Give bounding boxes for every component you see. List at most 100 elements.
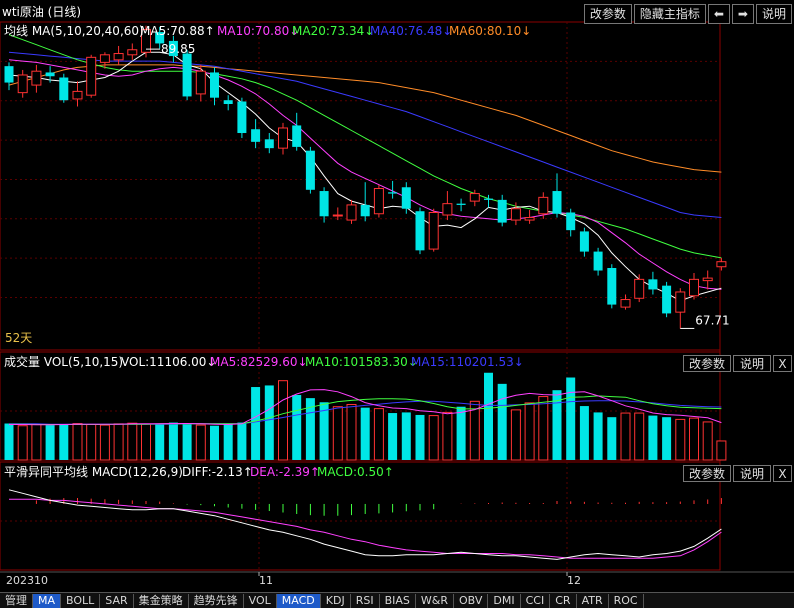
tab-4[interactable]: 集金策略 [134,593,189,608]
volume-bar [456,406,466,460]
volume-bar [524,402,535,461]
candle-body [579,231,589,252]
candle-body [469,193,480,202]
volume-bar [360,407,370,460]
volume-bar [497,383,507,460]
candle-body [593,251,603,271]
next-icon[interactable]: ➡ [731,4,754,24]
candle-body [278,127,288,149]
candle-body [620,299,631,308]
volume-bar [388,413,398,460]
tab-cci[interactable]: CCI [521,593,551,608]
tab-bias[interactable]: BIAS [380,593,416,608]
macd-close-icon[interactable]: X [773,465,792,482]
tab-5[interactable]: 趋势先锋 [189,593,244,608]
macd-params-button[interactable]: 改参数 [683,465,731,482]
volume-bar [237,422,247,460]
tab-macd[interactable]: MACD [276,593,321,608]
tab-boll[interactable]: BOLL [61,593,101,608]
candle-body [456,203,466,205]
candle-body [99,54,110,63]
volume-bar [86,423,97,461]
volume-bar [662,417,672,460]
volume-bar [72,423,83,461]
candle-body [538,196,549,215]
x-label-dec: 12 [567,574,581,587]
main-legend: 均线 MA(5,10,20,40,60) MA5:70.88↑ MA10:70.… [4,24,531,38]
volume-legend: 成交量 VOL(5,10,15) VOL:11106.00↓ MA5:82529… [4,354,524,369]
volume-bar [620,412,631,461]
tab-kdj[interactable]: KDJ [321,593,351,608]
candle-body [716,261,727,268]
hide-indicator-button[interactable]: 隐藏主指标 [633,4,706,24]
params-button[interactable]: 改参数 [583,4,632,24]
help-button[interactable]: 说明 [755,4,792,24]
tab-roc[interactable]: ROC [609,593,644,608]
tab-cr[interactable]: CR [550,593,577,608]
tab-atr[interactable]: ATR [577,593,609,608]
volume-bar [141,423,151,461]
candle-body [86,56,97,96]
candle-body [45,72,55,77]
volume-bar [332,406,343,461]
volume-params-button[interactable]: 改参数 [683,355,731,372]
candle-body [484,198,493,200]
volume-bar [168,422,178,460]
chart-title: wti原油 (日线) [2,5,81,19]
tab-dmi[interactable]: DMI [488,593,521,608]
tab-wr[interactable]: W&R [416,593,454,608]
volume-bar [415,414,425,460]
candle-body [552,191,562,214]
volume-bar [264,385,274,460]
tab-sar[interactable]: SAR [100,593,134,608]
candle-body [319,191,329,217]
tab-vol[interactable]: VOL [244,593,277,608]
volume-bar [689,417,699,461]
volume-bar [607,417,617,460]
candle-body [332,214,343,217]
ma20-line [8,34,722,259]
candle-body [634,278,645,299]
candle-body [566,212,576,231]
macd-legend: 平滑异同平均线 MACD(12,26,9) DIFF:-2.13↑ DEA:-2… [4,465,394,479]
volume-bar [31,423,42,461]
macd-help-button[interactable]: 说明 [733,465,771,482]
x-label-oct: 202310 [6,574,48,587]
tab-0[interactable]: 管理 [0,593,33,608]
prev-icon[interactable]: ⬅ [707,4,730,24]
x-label-nov: 11 [259,574,273,587]
volume-bar [155,423,165,460]
candle-body [415,211,425,251]
tab-rsi[interactable]: RSI [351,593,380,608]
volume-bar [195,424,206,461]
max-price-label: 89.85 [161,42,195,56]
tab-ma[interactable]: MA [33,593,62,608]
volume-bar [579,406,589,460]
volume-bar [127,422,138,461]
candle-body [346,204,357,221]
ma5-line [8,51,722,302]
volume-bar [510,409,521,461]
candle-body [31,70,42,86]
days-label: 52天 [5,331,32,345]
candle-body [648,279,658,290]
volume-close-icon[interactable]: X [773,355,792,372]
volume-help-button[interactable]: 说明 [733,355,771,372]
candle-body [702,277,713,282]
candle-body [223,100,233,104]
volume-bar [566,377,576,460]
candle-body [264,139,274,149]
volume-bar [593,412,603,460]
candle-body [373,188,384,215]
ma60-line [8,64,722,173]
candle-body [360,204,370,217]
candle-body [305,150,315,190]
candle-body [72,90,83,100]
volume-bar [538,396,549,461]
tab-obv[interactable]: OBV [454,593,489,608]
candle-body [292,125,302,147]
top-toolbar: 改参数 隐藏主指标 ⬅ ➡ 说明 [583,4,792,24]
candle-body [210,72,219,98]
volume-bar [442,411,453,461]
macd-plot [8,489,722,560]
